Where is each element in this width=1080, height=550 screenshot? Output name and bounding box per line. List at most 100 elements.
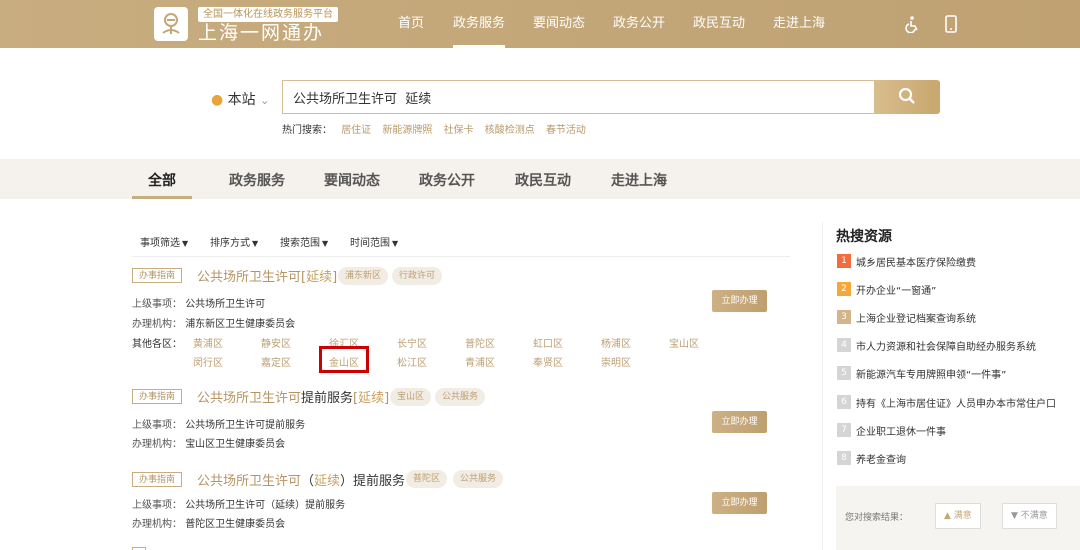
tab-news[interactable]: 要闻动态 — [324, 170, 380, 190]
result-title[interactable]: 公共场所卫生许可（延续）提前服务 — [197, 470, 405, 489]
region-pill[interactable]: 浦东新区 — [338, 267, 389, 285]
hot-search-term[interactable]: 新能源牌照 — [382, 125, 432, 136]
hot-resources-title: 热搜资源 — [836, 229, 892, 245]
district-link[interactable]: 虹口区 — [533, 335, 563, 350]
mobile-icon[interactable] — [942, 15, 960, 33]
district-link[interactable]: 普陀区 — [465, 335, 495, 350]
hot-resource-item[interactable]: 持有《上海市居住证》人员申办本市常住户口 — [856, 395, 1071, 410]
rank-badge: 8 — [837, 451, 851, 465]
handling-org: 办理机构： 宝山区卫生健康委员会 — [132, 439, 286, 450]
result-tabs: 全部 政务服务 要闻动态 政务公开 政民互动 走进上海 — [0, 159, 1080, 199]
hot-resource-item[interactable]: 养老金查询 — [856, 451, 1071, 466]
handling-org: 办理机构： 普陀区卫生健康委员会 — [132, 519, 286, 530]
rank-badge: 6 — [837, 395, 851, 409]
hot-search-term[interactable]: 居住证 — [341, 125, 371, 136]
brand-name[interactable]: 上海一网通办 — [198, 22, 324, 44]
filter-time[interactable]: 时间范围 ▼ — [350, 234, 398, 249]
nav-news[interactable]: 要闻动态 — [533, 0, 585, 48]
thumbs-up-icon: ▲ — [944, 511, 951, 521]
filter-label: 时间范围 — [350, 238, 390, 249]
district-link[interactable]: 宝山区 — [669, 335, 699, 350]
apply-now-button[interactable]: 立即办理 — [712, 492, 767, 514]
location-selector[interactable]: ● 本站 ⌄ — [211, 89, 269, 109]
tab-services[interactable]: 政务服务 — [229, 170, 285, 190]
caret-down-icon: ▼ — [252, 239, 259, 248]
guide-tag: 办事指南 — [132, 472, 183, 487]
filter-item-type[interactable]: 事项筛选 ▼ — [140, 234, 188, 249]
district-link[interactable]: 嘉定区 — [261, 354, 291, 369]
search-input[interactable] — [282, 80, 874, 114]
sidebar-divider — [822, 222, 823, 550]
rank-badge: 7 — [837, 423, 851, 437]
nav-interaction[interactable]: 政民互动 — [693, 0, 745, 48]
region-pill[interactable]: 普陀区 — [406, 470, 448, 488]
district-link[interactable]: 黄浦区 — [193, 335, 223, 350]
hot-resource-item[interactable]: 上海企业登记档案查询系统 — [856, 310, 1071, 325]
caret-down-icon: ▼ — [392, 239, 399, 248]
caret-down-icon: ▼ — [322, 239, 329, 248]
apply-now-button[interactable]: 立即办理 — [712, 411, 767, 433]
rank-badge: 4 — [837, 338, 851, 352]
feedback-label: 您对搜索结果： — [845, 513, 909, 523]
hot-search-row: 热门搜索： 居住证 新能源牌照 社保卡 核酸检测点 春节活动 — [282, 121, 594, 136]
district-link[interactable]: 奉贤区 — [533, 354, 563, 369]
satisfied-button[interactable]: ▲ 满意 — [935, 503, 981, 529]
result-title[interactable]: 公共场所卫生许可提前服务[延续] — [197, 387, 389, 406]
rank-badge: 5 — [837, 366, 851, 380]
district-link[interactable]: 闵行区 — [193, 354, 223, 369]
rank-badge: 1 — [837, 254, 851, 268]
location-pin-icon: ● — [211, 92, 224, 108]
hot-search-label: 热门搜索： — [282, 125, 332, 136]
thumbs-down-icon: ▼ — [1011, 511, 1018, 521]
category-pill[interactable]: 公共服务 — [453, 470, 504, 488]
filter-sort[interactable]: 排序方式 ▼ — [210, 234, 258, 249]
filter-scope[interactable]: 搜索范围 ▼ — [280, 234, 328, 249]
rank-badge: 3 — [837, 310, 851, 324]
district-link[interactable]: 长宁区 — [397, 335, 427, 350]
category-pill[interactable]: 行政许可 — [392, 267, 443, 285]
district-link[interactable]: 青浦区 — [465, 354, 495, 369]
nav-public[interactable]: 政务公开 — [613, 0, 665, 48]
tab-public[interactable]: 政务公开 — [419, 170, 475, 190]
accessibility-icon[interactable] — [902, 15, 920, 33]
hot-resource-item[interactable]: 城乡居民基本医疗保险缴费 — [856, 254, 1071, 269]
search-button[interactable] — [874, 80, 940, 114]
platform-slogan: 全国一体化在线政务服务平台 — [198, 7, 338, 22]
hot-search-term[interactable]: 核酸检测点 — [485, 125, 535, 136]
region-pill[interactable]: 宝山区 — [390, 388, 432, 406]
hot-resource-item[interactable]: 新能源汽车专用牌照申领“一件事” — [856, 366, 1071, 381]
nav-about-shanghai[interactable]: 走进上海 — [773, 0, 825, 48]
hot-search-term[interactable]: 春节活动 — [546, 125, 586, 136]
hot-resource-item[interactable]: 开办企业“一窗通” — [856, 282, 1071, 297]
tab-all[interactable]: 全部 — [148, 170, 176, 190]
district-link[interactable]: 静安区 — [261, 335, 291, 350]
category-pill[interactable]: 公共服务 — [435, 388, 486, 406]
tab-about-shanghai[interactable]: 走进上海 — [611, 170, 667, 190]
hot-resource-item[interactable]: 企业职工退休一件事 — [856, 423, 1071, 438]
other-districts-label: 其他各区： — [132, 339, 182, 350]
active-tab-indicator — [132, 196, 192, 199]
upper-item: 上级事项： 公共场所卫生许可 — [132, 299, 266, 310]
apply-now-button[interactable]: 立即办理 — [712, 290, 767, 312]
rank-badge: 2 — [837, 282, 851, 296]
district-link[interactable]: 杨浦区 — [601, 335, 631, 350]
location-label: 本站 — [227, 92, 256, 108]
logo-icon[interactable] — [154, 7, 188, 41]
result-title[interactable]: 公共场所卫生许可[延续] — [197, 266, 337, 285]
district-link[interactable]: 崇明区 — [601, 354, 631, 369]
handling-org: 办理机构： 浦东新区卫生健康委员会 — [132, 319, 296, 330]
upper-item: 上级事项： 公共场所卫生许可（延续）提前服务 — [132, 500, 346, 511]
tab-interaction[interactable]: 政民互动 — [515, 170, 571, 190]
nav-home[interactable]: 首页 — [398, 0, 424, 48]
hot-resource-item[interactable]: 市人力资源和社会保障自助经办服务系统 — [856, 338, 1071, 353]
highlight-box — [319, 346, 369, 373]
district-link[interactable]: 松江区 — [397, 354, 427, 369]
filter-label: 排序方式 — [210, 238, 250, 249]
chevron-down-icon: ⌄ — [260, 94, 270, 107]
hot-search-term[interactable]: 社保卡 — [444, 125, 474, 136]
filter-label: 事项筛选 — [140, 238, 180, 249]
upper-item: 上级事项： 公共场所卫生许可提前服务 — [132, 420, 306, 431]
unsatisfied-button[interactable]: ▼ 不满意 — [1002, 503, 1057, 529]
nav-services[interactable]: 政务服务 — [453, 0, 506, 48]
guide-tag: 办事指南 — [132, 389, 183, 404]
